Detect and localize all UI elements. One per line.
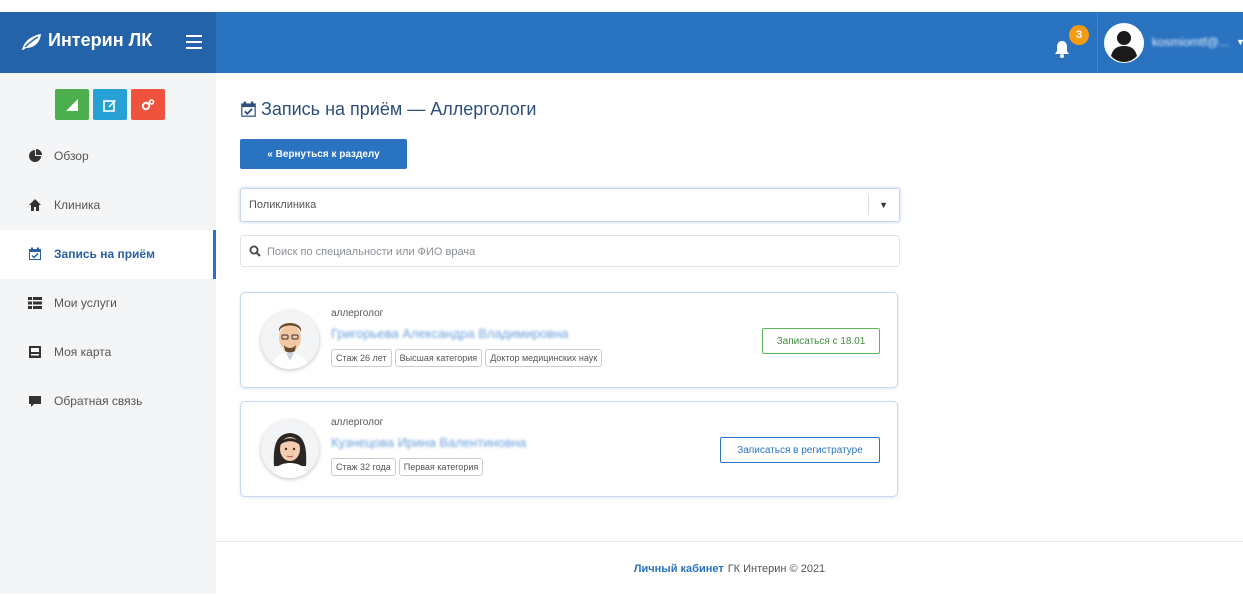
notification-count-badge: 3	[1069, 25, 1089, 45]
leaf-logo-icon	[22, 34, 41, 50]
book-appointment-button[interactable]: Записаться с 18.01	[762, 328, 880, 354]
main-content: Запись на приём — Аллергологи « Вернутьс…	[216, 73, 1243, 595]
quick-actions	[55, 89, 165, 120]
clinic-select[interactable]: Поликлиника ▼	[240, 188, 900, 222]
settings-button[interactable]	[131, 89, 165, 120]
sidebar-item-feedback[interactable]: Обратная связь	[0, 377, 216, 426]
doctor-card: аллерголог Кузнецова Ирина Валентиновна …	[240, 401, 898, 497]
back-to-section-button[interactable]: « Вернуться к разделу	[240, 139, 407, 169]
sidebar-item-label: Мои услуги	[54, 296, 117, 310]
doctor-name-link[interactable]: Григорьева Александра Владимировна	[331, 326, 569, 341]
sidebar-item-label: Запись на приём	[54, 247, 155, 261]
sidebar-item-label: Моя карта	[54, 345, 112, 359]
sidebar-item-services[interactable]: Мои услуги	[0, 279, 216, 328]
brand-area[interactable]: Интерин ЛК	[0, 12, 216, 73]
footer-link[interactable]: Личный кабинет	[634, 563, 724, 575]
doctor-specialty: аллерголог	[331, 308, 384, 319]
male-doctor-avatar-icon	[261, 311, 319, 369]
home-icon	[29, 199, 41, 211]
sidebar-item-appointment[interactable]: Запись на приём	[0, 230, 216, 279]
chevron-down-icon[interactable]: ▼	[879, 200, 888, 210]
user-avatar-icon[interactable]	[1104, 23, 1144, 63]
doctor-specialty: аллерголог	[331, 417, 384, 428]
calendar-check-icon	[241, 101, 256, 117]
menu-toggle-icon[interactable]	[186, 35, 202, 49]
list-icon	[28, 297, 42, 309]
doctor-tags: Стаж 26 лет Высшая категория Доктор меди…	[331, 349, 603, 367]
stats-button[interactable]	[55, 89, 89, 120]
doctor-tags: Стаж 32 года Первая категория	[331, 458, 484, 476]
experience-tag: Стаж 26 лет	[331, 349, 392, 367]
clinic-select-value: Поликлиника	[249, 199, 317, 211]
search-input[interactable]	[265, 241, 889, 263]
doctor-avatar	[261, 311, 319, 369]
brand-title: Интерин ЛК	[48, 30, 153, 50]
page-title-text: Запись на приём — Аллергологи	[261, 99, 537, 119]
sidebar-item-label: Клиника	[54, 198, 101, 212]
header-divider	[1097, 12, 1098, 73]
edit-icon	[103, 99, 116, 112]
sidebar-nav: Обзор Клиника Запись на приём Мои услуги…	[0, 132, 216, 426]
top-header: Интерин ЛК 3 kosmiomtf@... ▼	[0, 12, 1243, 73]
sidebar-item-clinic[interactable]: Клиника	[0, 181, 216, 230]
signal-icon	[66, 98, 78, 111]
search-icon	[249, 245, 261, 257]
edit-button[interactable]	[93, 89, 127, 120]
book-at-registry-button[interactable]: Записаться в регистратуре	[720, 437, 880, 463]
sidebar-item-label: Обратная связь	[54, 394, 143, 408]
doctor-avatar	[261, 420, 319, 478]
footer: Личный кабинет ГК Интерин © 2021	[216, 541, 1243, 595]
sidebar-item-card[interactable]: Моя карта	[0, 328, 216, 377]
degree-tag: Доктор медицинских наук	[485, 349, 603, 367]
select-divider	[868, 195, 869, 215]
experience-tag: Стаж 32 года	[331, 458, 396, 476]
comment-icon	[29, 396, 41, 407]
card-icon	[29, 346, 41, 358]
page-title: Запись на приём — Аллергологи	[240, 99, 536, 120]
doctor-name-link[interactable]: Кузнецова Ирина Валентиновна	[331, 435, 526, 450]
sidebar-item-label: Обзор	[54, 149, 89, 163]
chevron-down-icon[interactable]: ▼	[1236, 37, 1243, 47]
cogs-icon	[141, 98, 155, 110]
sidebar-item-overview[interactable]: Обзор	[0, 132, 216, 181]
female-doctor-avatar-icon	[261, 420, 319, 478]
category-tag: Высшая категория	[394, 349, 483, 367]
footer-copyright: ГК Интерин © 2021	[727, 562, 826, 575]
category-tag: Первая категория	[398, 458, 484, 476]
dashboard-icon	[29, 149, 42, 162]
calendar-check-icon	[29, 247, 41, 260]
username-label[interactable]: kosmiomtf@...	[1152, 35, 1232, 49]
bell-icon[interactable]	[1054, 40, 1070, 58]
doctor-card: аллерголог Григорьева Александра Владими…	[240, 292, 898, 388]
sidebar: Обзор Клиника Запись на приём Мои услуги…	[0, 73, 216, 594]
search-box	[240, 235, 900, 267]
